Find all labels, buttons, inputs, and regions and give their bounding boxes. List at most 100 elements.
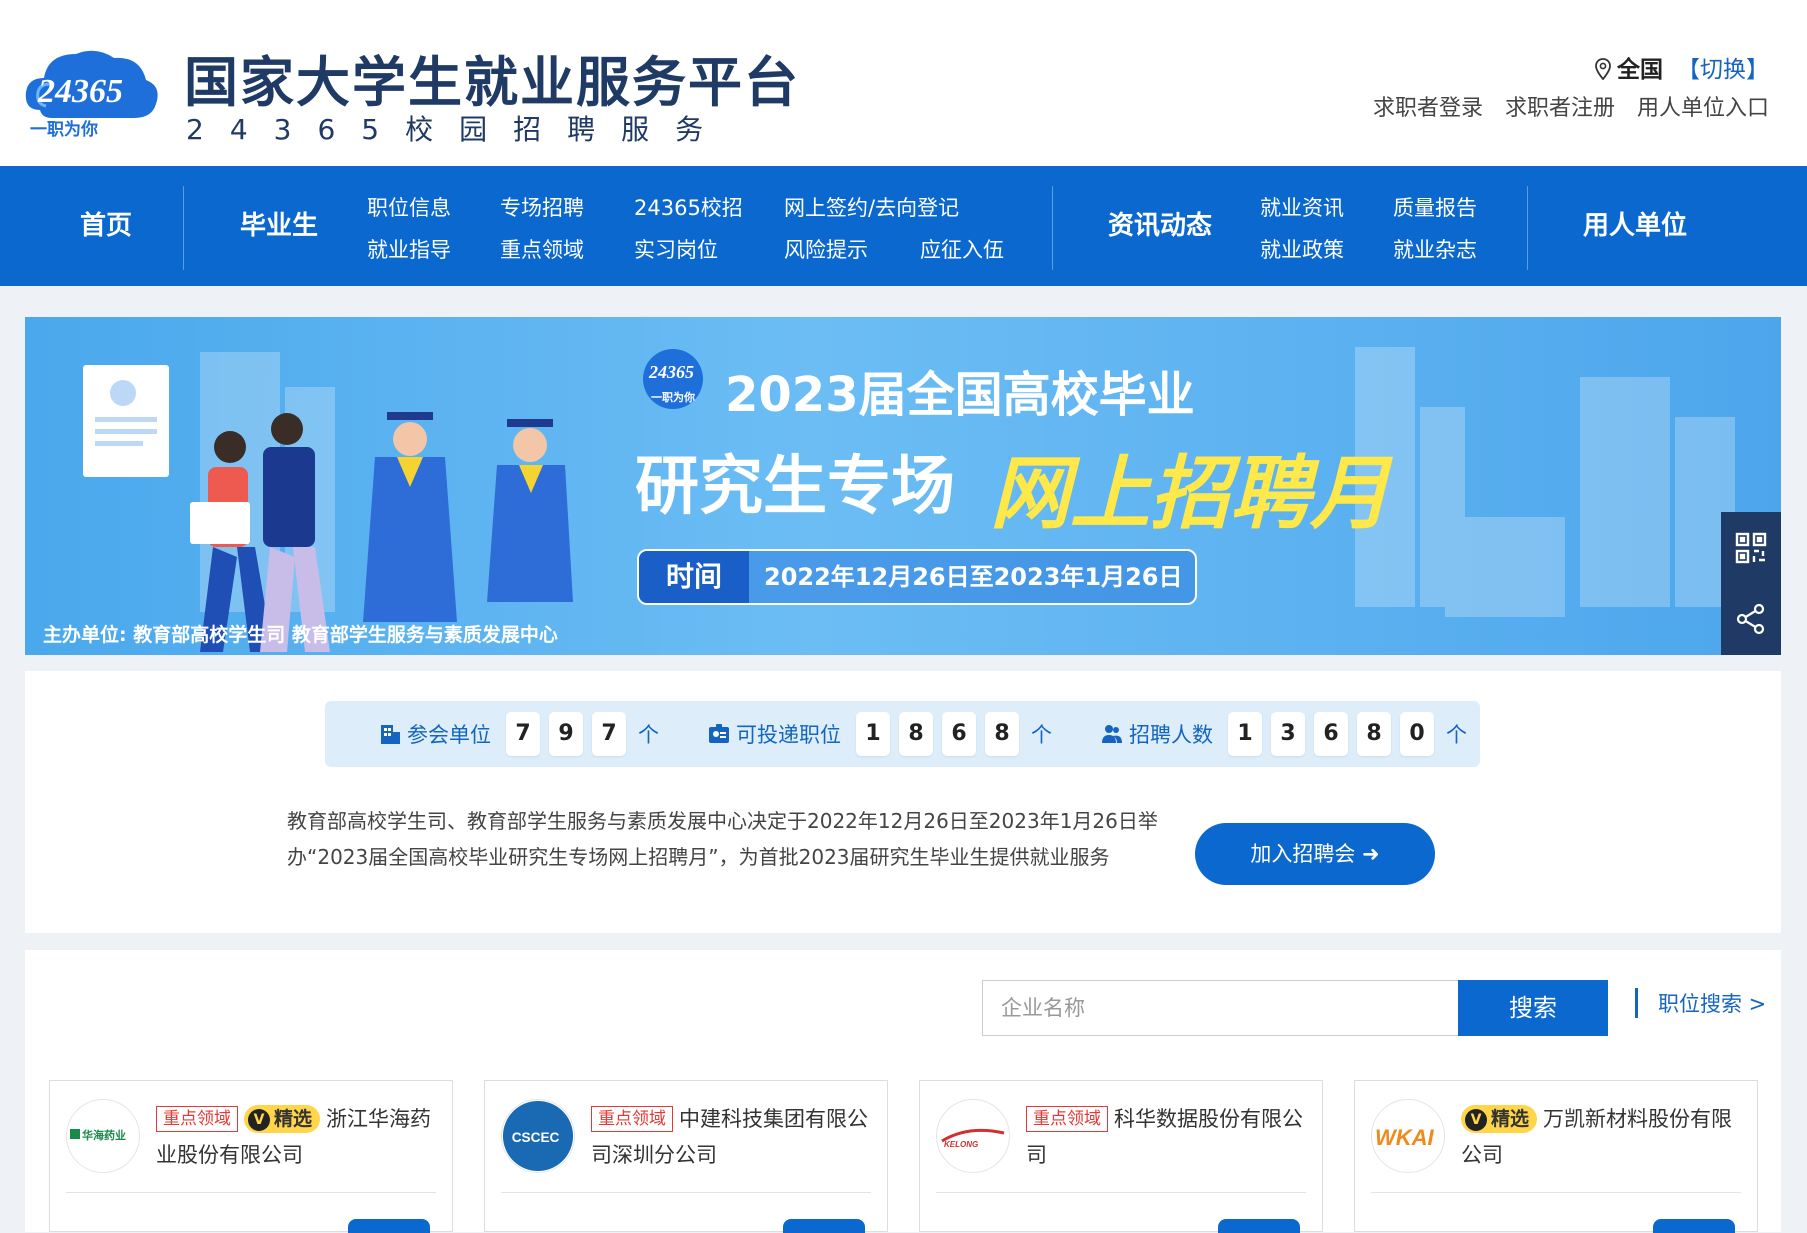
stat-digit: 8 <box>899 712 933 756</box>
qrcode-button[interactable] <box>1721 512 1781 583</box>
nav-24365-campus[interactable]: 24365校招 <box>634 192 743 222</box>
qrcode-icon <box>1735 532 1767 563</box>
search-button[interactable]: 搜索 <box>1458 980 1608 1036</box>
nav-internships[interactable]: 实习岗位 <box>634 234 718 264</box>
site-logo[interactable]: 24365 一职为你 <box>22 40 162 140</box>
banner-title-line1: 2023届全国高校毕业 <box>725 367 1195 423</box>
stat-digit: 1 <box>856 712 890 756</box>
svg-text:WKAI: WKAI <box>1375 1125 1435 1150</box>
event-info-panel: 参会单位 797 个 可投递职位 1868 个 招聘人数 13680 个 教育部… <box>25 671 1781 933</box>
card-action-button[interactable] <box>783 1219 865 1233</box>
switch-location-link[interactable]: 【切换】 <box>1677 57 1769 83</box>
banner-time-value: 2022年12月26日至2023年1月26日 <box>764 563 1183 591</box>
event-description: 教育部高校学生司、教育部学生服务与素质发展中心决定于2022年12月26日至20… <box>287 809 1158 869</box>
company-card[interactable]: WKAI V 精选 万凯新材料股份有限公司 <box>1354 1080 1758 1233</box>
svg-text:CSCEC: CSCEC <box>512 1130 560 1145</box>
nav-career-guide[interactable]: 就业指导 <box>367 234 451 264</box>
site-title: 国家大学生就业服务平台 <box>184 51 800 114</box>
banner-logo-number: 24365 <box>649 362 694 382</box>
svg-text:华海药业: 华海药业 <box>82 1128 126 1142</box>
id-card-icon <box>709 724 729 743</box>
event-banner[interactable]: 24365 一职为你 2023届全国高校毕业 研究生专场 网上招聘月 时间 20… <box>25 317 1781 655</box>
key-field-tag: 重点领域 <box>591 1106 673 1132</box>
site-subtitle: 24365校园招聘服务 <box>186 113 730 146</box>
stat-label: 可投递职位 <box>736 723 841 747</box>
jobseeker-register-link[interactable]: 求职者注册 <box>1505 96 1615 121</box>
nav-special-recruit[interactable]: 专场招聘 <box>500 192 584 222</box>
people-icon <box>1102 725 1122 743</box>
svg-text:24365: 24365 <box>37 73 123 110</box>
company-search-input[interactable]: 企业名称 <box>982 980 1462 1036</box>
key-field-tag: 重点领域 <box>1026 1106 1108 1132</box>
nav-employment-magazine[interactable]: 就业杂志 <box>1393 234 1477 264</box>
site-header: 24365 一职为你 国家大学生就业服务平台 24365校园招聘服务 全国 【切换… <box>0 0 1807 166</box>
main-nav: 首页 毕业生 职位信息 专场招聘 24365校招 网上签约/去向登记 就业指导 … <box>0 166 1807 286</box>
building-icon <box>381 725 400 744</box>
nav-employment-news[interactable]: 就业资讯 <box>1260 192 1344 222</box>
company-logo: KELONG <box>936 1099 1010 1173</box>
card-divider <box>1371 1192 1741 1193</box>
company-logo: CSCEC <box>501 1099 575 1173</box>
nav-key-fields[interactable]: 重点领域 <box>500 234 584 264</box>
nav-job-info[interactable]: 职位信息 <box>367 192 451 222</box>
stat-unit: 个 <box>638 723 659 747</box>
selected-tag: V 精选 <box>1461 1105 1538 1133</box>
nav-enlistment[interactable]: 应征入伍 <box>920 234 1004 264</box>
banner-title-line2-a: 研究生专场 <box>635 450 955 524</box>
company-list-section: 企业名称 搜索 职位搜索 > 华海药业 重点领域 V 精选 浙江华海药业股份有限公司 … <box>25 950 1781 1233</box>
location-pin-icon <box>1595 58 1611 80</box>
stat-digit: 7 <box>592 712 626 756</box>
nav-divider <box>1527 186 1528 270</box>
stat-unit: 个 <box>1446 723 1467 747</box>
employer-entry-link[interactable]: 用人单位入口 <box>1637 96 1769 121</box>
side-toolbar <box>1721 512 1781 655</box>
svg-text:一职为你: 一职为你 <box>30 119 98 140</box>
stat-digit: 9 <box>549 712 583 756</box>
selected-tag: V 精选 <box>244 1105 321 1133</box>
banner-logo-slogan: 一职为你 <box>651 391 695 404</box>
company-logo: WKAI <box>1371 1099 1445 1173</box>
company-card[interactable]: 华海药业 重点领域 V 精选 浙江华海药业股份有限公司 <box>49 1080 453 1233</box>
stat-label: 参会单位 <box>407 723 491 747</box>
location-selector: 全国 【切换】 <box>1595 50 1769 84</box>
position-search-link[interactable]: 职位搜索 > <box>1635 988 1766 1018</box>
nav-online-signing[interactable]: 网上签约/去向登记 <box>784 192 959 222</box>
stat-digit: 6 <box>942 712 976 756</box>
nav-employers[interactable]: 用人单位 <box>1583 166 1687 286</box>
stat-digit: 1 <box>1228 712 1262 756</box>
user-links: 求职者登录 求职者注册 用人单位入口 <box>1351 90 1769 122</box>
banner-title-line2-b: 网上招聘月 <box>990 447 1390 540</box>
banner-host: 主办单位: 教育部高校学生司 教育部学生服务与素质发展中心 <box>43 624 558 646</box>
nav-quality-report[interactable]: 质量报告 <box>1393 192 1477 222</box>
card-action-button[interactable] <box>1218 1219 1300 1233</box>
stat-participating-units: 参会单位 797 个 <box>379 701 659 767</box>
stat-label: 招聘人数 <box>1129 723 1213 747</box>
card-action-button[interactable] <box>348 1219 430 1233</box>
stat-digit: 8 <box>1357 712 1391 756</box>
company-logo: 华海药业 <box>66 1099 140 1173</box>
card-divider <box>66 1192 436 1193</box>
nav-news[interactable]: 资讯动态 <box>1108 166 1212 286</box>
share-button[interactable] <box>1721 583 1781 654</box>
company-card[interactable]: CSCEC 重点领域 中建科技集团有限公司深圳分公司 <box>484 1080 888 1233</box>
stat-digit: 0 <box>1400 712 1434 756</box>
company-name-block: 重点领域 科华数据股份有限公司 <box>1026 1101 1306 1173</box>
nav-employment-policy[interactable]: 就业政策 <box>1260 234 1344 264</box>
join-fair-button[interactable]: 加入招聘会 ➜ <box>1195 823 1435 885</box>
stat-digit: 8 <box>985 712 1019 756</box>
jobseeker-login-link[interactable]: 求职者登录 <box>1373 96 1483 121</box>
company-name-block: V 精选 万凯新材料股份有限公司 <box>1461 1101 1741 1173</box>
card-divider <box>501 1192 871 1193</box>
nav-divider <box>1052 186 1053 270</box>
banner-time-label: 时间 <box>639 551 749 603</box>
nav-risk-alert[interactable]: 风险提示 <box>784 234 868 264</box>
key-field-tag: 重点领域 <box>156 1106 238 1132</box>
card-divider <box>936 1192 1306 1193</box>
stats-bar: 参会单位 797 个 可投递职位 1868 个 招聘人数 13680 个 <box>325 701 1480 767</box>
v-badge-icon: V <box>248 1109 270 1131</box>
current-location: 全国 <box>1617 57 1663 83</box>
nav-graduates[interactable]: 毕业生 <box>240 166 318 286</box>
nav-home[interactable]: 首页 <box>80 166 132 286</box>
card-action-button[interactable] <box>1653 1219 1735 1233</box>
company-card[interactable]: KELONG 重点领域 科华数据股份有限公司 <box>919 1080 1323 1233</box>
